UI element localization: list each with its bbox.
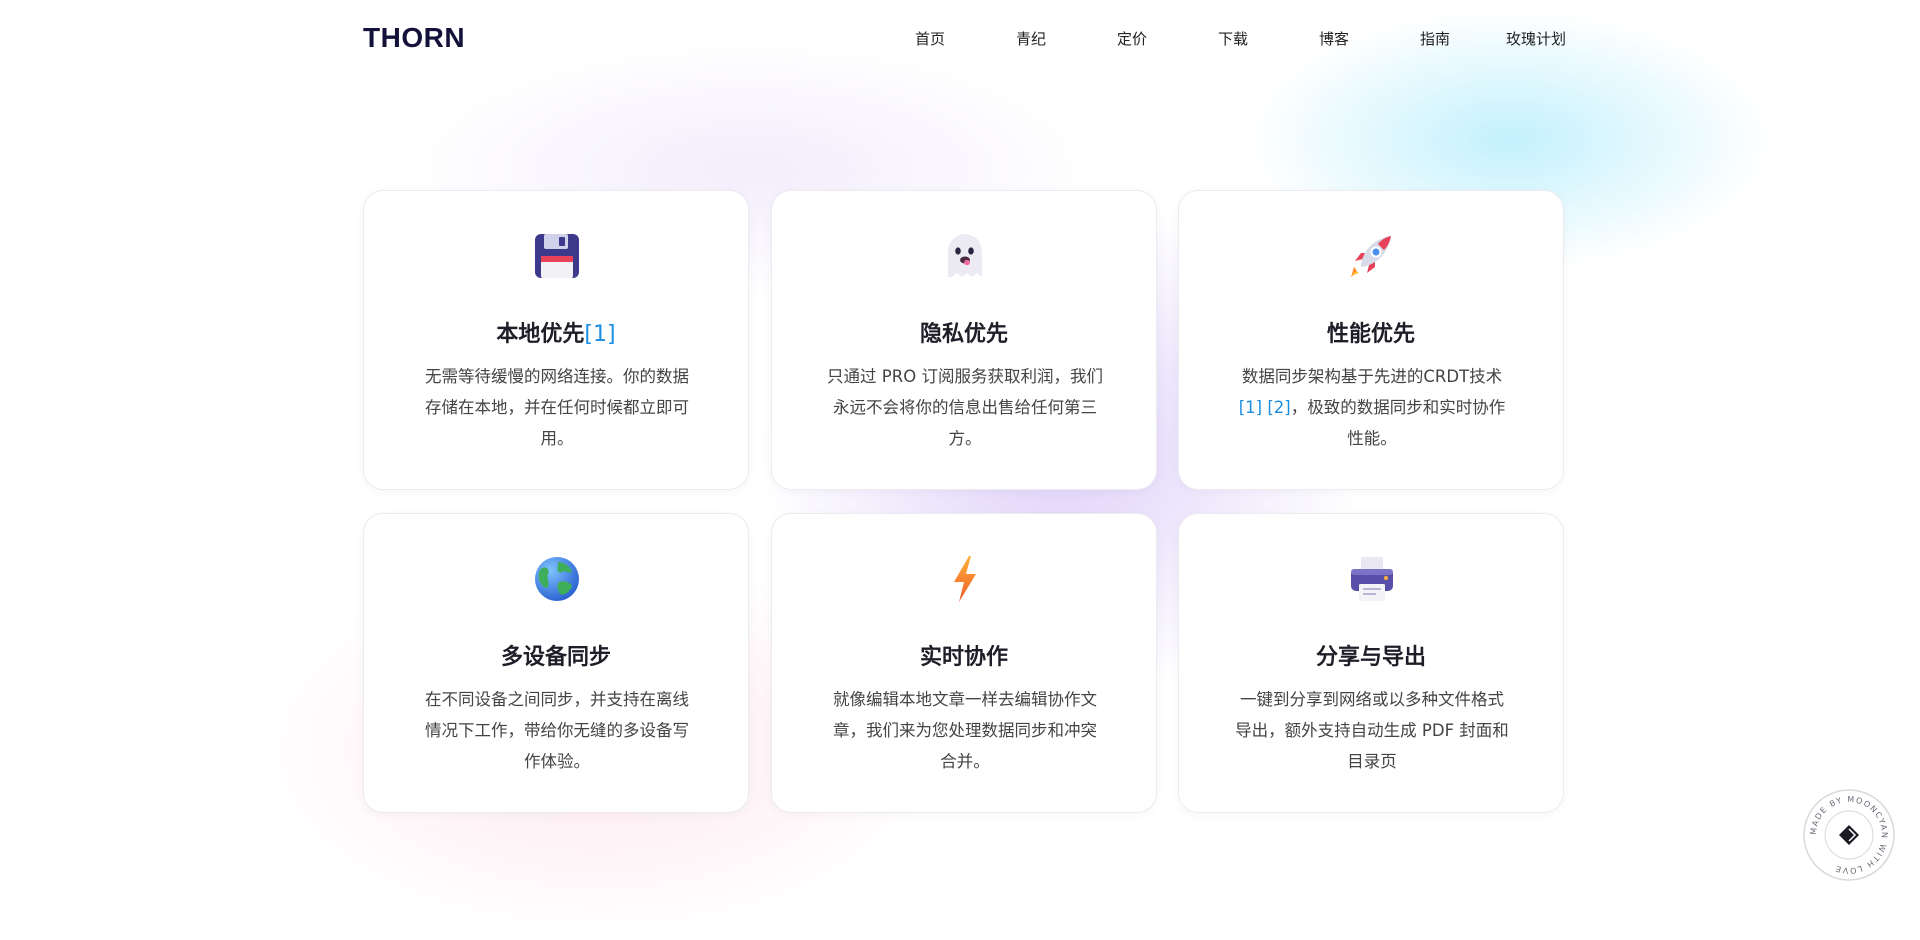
feature-description: 只通过 PRO 订阅服务获取利润，我们永远不会将你的信息出售给任何第三方。 bbox=[827, 367, 1103, 448]
feature-card-share-export: 分享与导出 一键到分享到网络或以多种文件格式导出，额外支持自动生成 PDF 封面… bbox=[1178, 513, 1564, 813]
feature-title: 性能优先 bbox=[1326, 322, 1415, 347]
top-header: THORN 首页 青纪 定价 下载 博客 指南 玫瑰计划 bbox=[0, 0, 1920, 80]
feature-description: 无需等待缓慢的网络连接。你的数据存储在本地，并在任何时候都立即可用。 bbox=[425, 367, 689, 448]
ghost-icon bbox=[948, 234, 982, 277]
feature-title: 实时协作 bbox=[919, 645, 1008, 670]
feature-title: 分享与导出 bbox=[1315, 645, 1426, 670]
feature-card-privacy-first: 隐私优先 只通过 PRO 订阅服务获取利润，我们永远不会将你的信息出售给任何第三… bbox=[771, 190, 1157, 490]
nav-guide[interactable]: 指南 bbox=[1385, 28, 1485, 49]
brand-logo[interactable]: THORN bbox=[363, 22, 465, 54]
feature-title: 本地优先[1] bbox=[496, 322, 616, 347]
nav-blog[interactable]: 博客 bbox=[1284, 28, 1384, 49]
feature-title: 隐私优先 bbox=[919, 322, 1008, 347]
printer-icon bbox=[1351, 557, 1393, 601]
feature-description: 一键到分享到网络或以多种文件格式导出，额外支持自动生成 PDF 封面和目录页 bbox=[1235, 690, 1509, 771]
feature-card-local-first: 本地优先[1] 无需等待缓慢的网络连接。你的数据存储在本地，并在任何时候都立即可… bbox=[363, 190, 749, 490]
floppy-disk-icon bbox=[535, 234, 579, 278]
feature-title: 多设备同步 bbox=[500, 645, 611, 670]
nav-rose-plan[interactable]: 玫瑰计划 bbox=[1486, 28, 1586, 49]
lightning-icon bbox=[954, 556, 976, 602]
feature-description: 就像编辑本地文章一样去编辑协作文章，我们来为您处理数据同步和冲突合并。 bbox=[833, 690, 1097, 771]
feature-card-realtime-collab: 实时协作 就像编辑本地文章一样去编辑协作文章，我们来为您处理数据同步和冲突合并。 bbox=[771, 513, 1157, 813]
globe-icon bbox=[535, 557, 579, 601]
nav-download[interactable]: 下载 bbox=[1183, 28, 1283, 49]
nav-qingji[interactable]: 青纪 bbox=[981, 28, 1081, 49]
nav-pricing[interactable]: 定价 bbox=[1082, 28, 1182, 49]
feature-card-performance-first: 性能优先 数据同步架构基于先进的CRDT技术[1] [2]，极致的数据同步和实时… bbox=[1178, 190, 1564, 490]
made-by-badge[interactable]: MADE BY MOONCYAN WITH LOVE bbox=[1802, 788, 1896, 882]
feature-description: 在不同设备之间同步，并支持在离线情况下工作，带给你无缝的多设备写作体验。 bbox=[425, 690, 689, 771]
reference-link[interactable]: [1] bbox=[584, 322, 615, 347]
rocket-icon bbox=[1351, 236, 1391, 277]
feature-description: 数据同步架构基于先进的CRDT技术[1] [2]，极致的数据同步和实时协作性能。 bbox=[1238, 367, 1506, 448]
reference-link[interactable]: [1] [2] bbox=[1239, 398, 1291, 417]
feature-card-multi-device-sync: 多设备同步 在不同设备之间同步，并支持在离线情况下工作，带给你无缝的多设备写作体… bbox=[363, 513, 749, 813]
nav-home[interactable]: 首页 bbox=[880, 28, 980, 49]
